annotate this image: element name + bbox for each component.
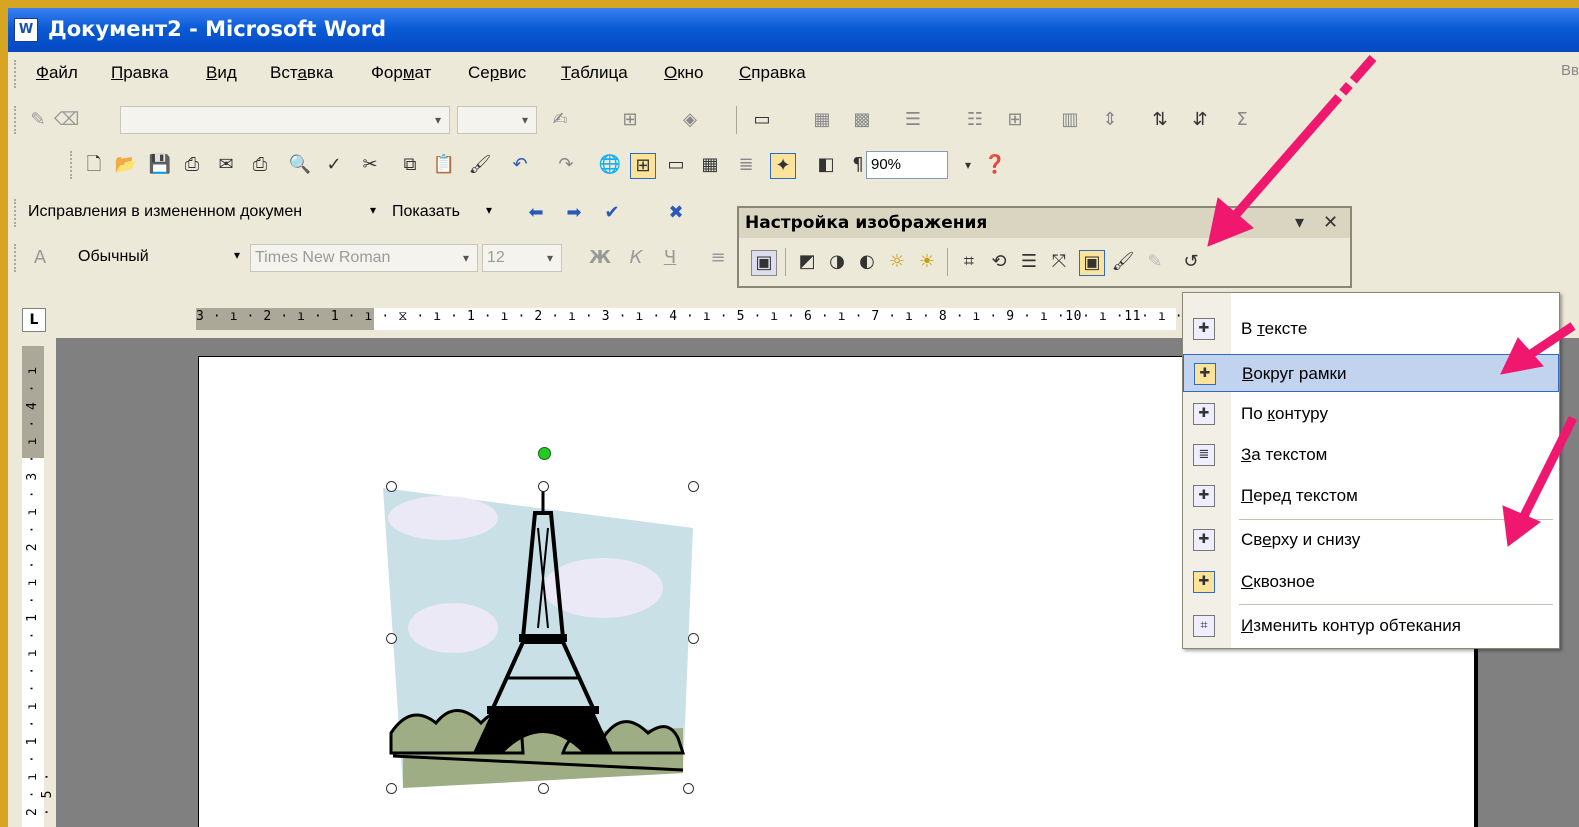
word-window: W Документ2 - Microsoft Word Файл Правка…: [8, 8, 1579, 827]
arrow-to-square-item: [1525, 322, 1576, 360]
arrow-to-top-bottom-item: [1518, 415, 1578, 521]
arrow-to-wrap-button: [1229, 55, 1377, 221]
arrow-head-square-item: [1500, 337, 1544, 375]
annotation-arrows: [1207, 55, 1578, 547]
